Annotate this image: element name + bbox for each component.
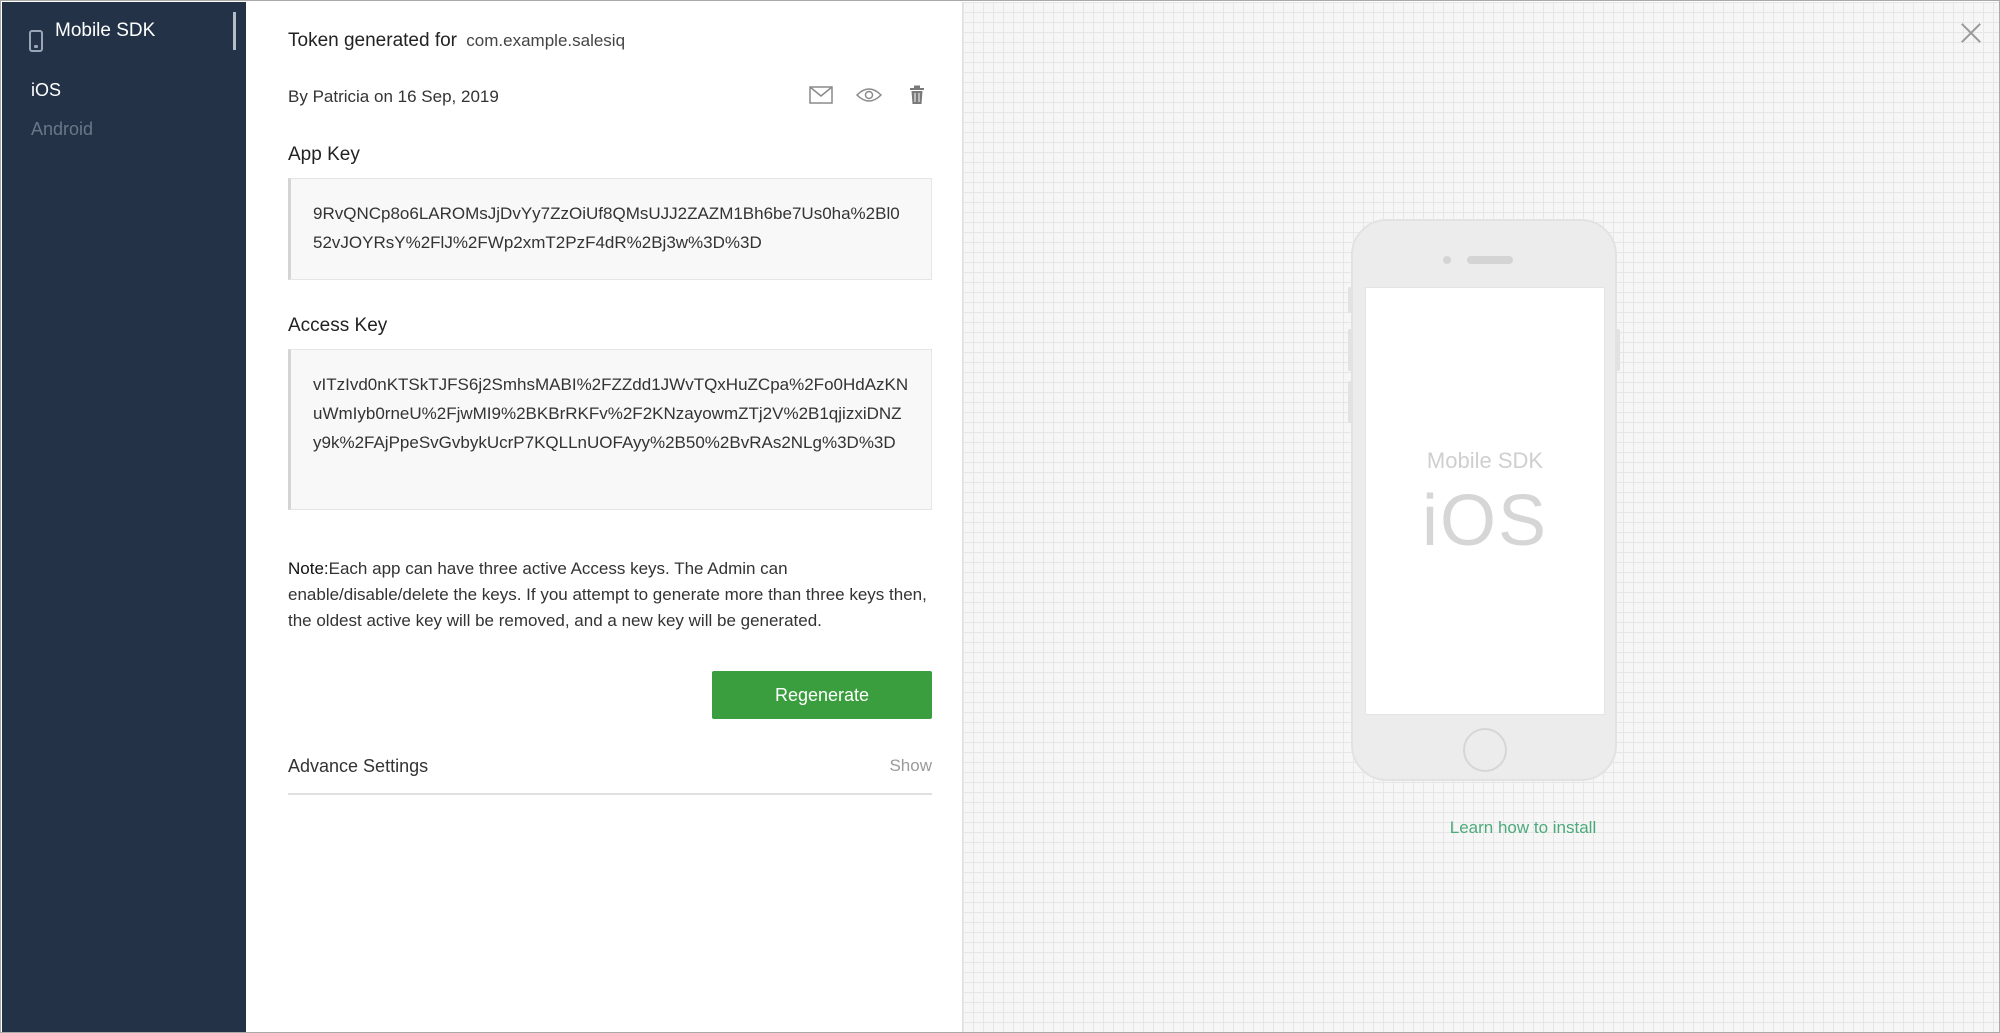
sidebar: Mobile SDK iOS Android <box>2 2 246 1032</box>
note-label: Note: <box>288 559 329 578</box>
note-text: Note:Each app can have three active Acce… <box>288 556 938 634</box>
token-meta: By Patricia on 16 Sep, 2019 <box>288 87 499 107</box>
advance-settings-toggle[interactable]: Show <box>889 756 932 776</box>
preview-os-label: iOS <box>1421 481 1549 561</box>
eye-icon[interactable] <box>856 84 882 106</box>
token-details-panel: Token generated for com.example.salesiq … <box>246 2 962 1032</box>
token-date: 16 Sep, 2019 <box>397 87 499 106</box>
sidebar-scroll-indicator <box>233 12 236 50</box>
on-word: on <box>374 87 393 106</box>
app-frame: Mobile SDK iOS Android Token generated f… <box>0 0 2000 1033</box>
by-prefix: By <box>288 87 308 106</box>
sidebar-item-ios[interactable]: iOS <box>31 80 61 101</box>
phone-power-button <box>1616 329 1620 371</box>
mail-icon[interactable] <box>808 84 834 106</box>
sidebar-item-android[interactable]: Android <box>31 119 93 140</box>
phone-volume-up <box>1348 329 1352 371</box>
regenerate-button[interactable]: Regenerate <box>712 671 932 719</box>
token-heading: Token generated for com.example.salesiq <box>288 30 625 52</box>
trash-icon[interactable] <box>904 84 930 106</box>
phone-mute-switch <box>1348 287 1352 313</box>
app-key-value[interactable]: 9RvQNCp8o6LAROMsJjDvYy7ZzOiUf8QMsUJJ2ZAZ… <box>288 178 932 280</box>
token-package-name: com.example.salesiq <box>466 31 626 50</box>
token-author: Patricia <box>312 87 370 106</box>
access-key-value[interactable]: vITzIvd0nKTSkTJFS6j2SmhsMABI%2FZZdd1JWvT… <box>288 349 932 510</box>
sidebar-header: Mobile SDK <box>2 2 246 62</box>
phone-camera <box>1443 256 1451 264</box>
phone-home-button <box>1463 728 1507 772</box>
phone-mockup: Mobile SDK iOS <box>1348 219 1620 781</box>
sdk-preview-panel: Mobile SDK iOS Learn how to install <box>962 2 1999 1032</box>
sidebar-title: Mobile SDK <box>55 20 156 41</box>
advance-settings-label: Advance Settings <box>288 756 429 776</box>
note-body: Each app can have three active Access ke… <box>288 559 927 630</box>
advance-settings-row[interactable]: Advance Settings Show <box>288 746 932 795</box>
preview-sdk-label: Mobile SDK <box>1426 448 1544 473</box>
app-key-label: App Key <box>288 144 360 165</box>
close-icon[interactable] <box>1958 20 1984 46</box>
token-actions <box>808 84 930 106</box>
phone-volume-down <box>1348 381 1352 423</box>
phone-screen: Mobile SDK iOS <box>1365 287 1605 715</box>
access-key-label: Access Key <box>288 315 388 336</box>
mobile-phone-icon <box>29 30 43 52</box>
token-heading-prefix: Token generated for <box>288 30 458 51</box>
phone-speaker <box>1467 256 1513 264</box>
learn-how-to-install-link[interactable]: Learn how to install <box>963 818 1999 838</box>
